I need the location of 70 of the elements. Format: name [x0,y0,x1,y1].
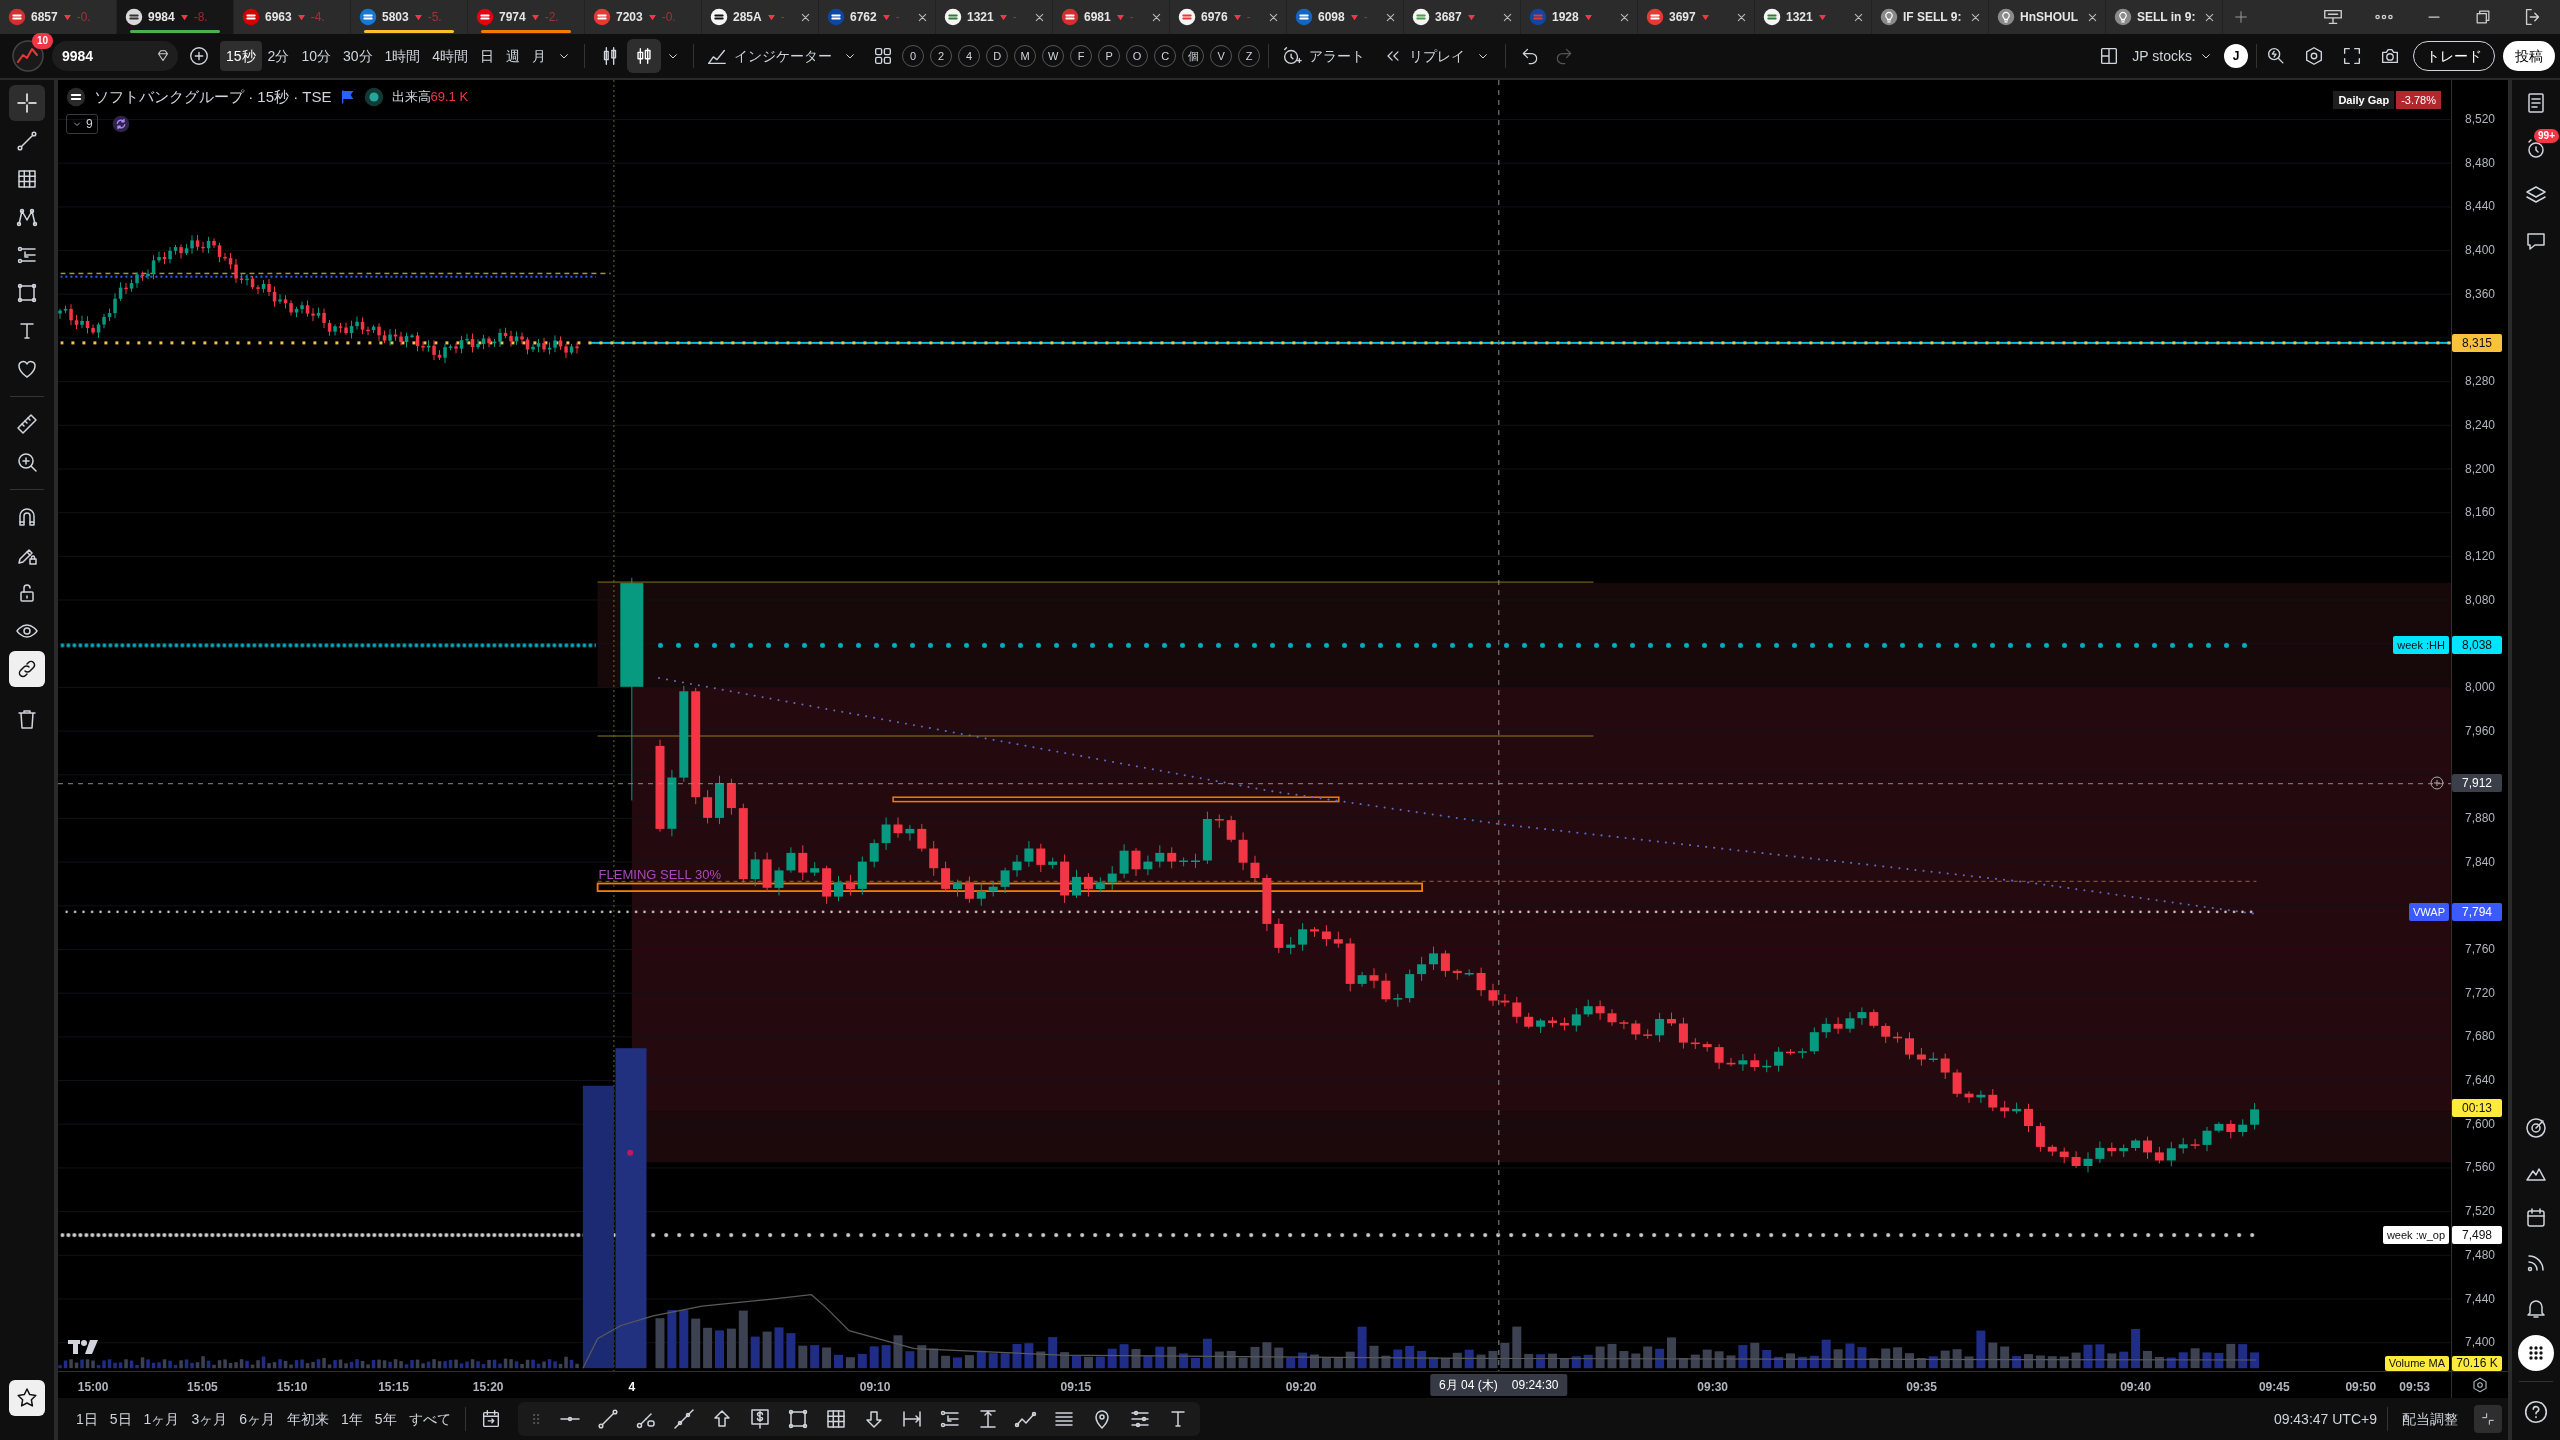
price-change: - [1363,9,1368,26]
clock-text: 09:43:47 UTC+9 [2273,1409,2377,1429]
price-change: - [895,9,900,26]
price-change: -4. [310,9,325,26]
price-tag: 7,498 [2452,1226,2502,1245]
price-label: 8,400 [2464,243,2496,258]
price-label: 7,680 [2464,1029,2496,1044]
time-label: 09:15 [1060,1379,1092,1396]
price-tag: 7,794 [2452,902,2502,921]
time-label: 09:10 [859,1379,891,1396]
price-label: 7,760 [2464,942,2496,956]
time-label: 09:30 [1697,1379,1729,1396]
time-label: 15:20 [472,1379,504,1396]
chart-title: ソフトバンクグループ · 15秒 · TSE [94,86,332,107]
price-change: - [1012,9,1017,26]
time-label: 15:05 [187,1379,218,1396]
price-label: 7,880 [2464,810,2496,825]
time-label: 15:00 [77,1379,109,1396]
daily-gap-label: Daily Gap [2333,91,2395,109]
time-label: 09:50 [2345,1379,2377,1396]
price-label: 7,400 [2464,1335,2496,1350]
price-tag: 8,315 [2452,333,2502,352]
price-label: 8,000 [2464,679,2496,694]
time-label: 09:40 [2120,1379,2151,1396]
price-label: 8,360 [2464,286,2496,301]
time-label: 15:15 [378,1379,409,1396]
price-label: 7,520 [2464,1204,2496,1219]
price-change: -0. [76,9,91,26]
volume-value: 69.1 K [430,88,469,107]
price-label: 8,200 [2464,461,2496,476]
price-change: -8. [193,9,208,26]
time-label: 09:35 [1906,1379,1937,1396]
price-label: 7,720 [2464,985,2496,1000]
price-label: 7,600 [2464,1116,2496,1131]
price-label: 8,520 [2464,112,2496,126]
alerts-badge: 99+ [2534,129,2559,143]
price-change: -5. [427,9,442,26]
price-tag: 7,912 [2452,774,2502,792]
price-change: -2. [544,9,559,26]
price-change: - [780,9,785,26]
price-change: - [1129,9,1134,26]
price-label: 8,120 [2464,548,2496,563]
daily-gap-value: -3.78% [2396,91,2441,109]
time-label: 09:53 [2399,1379,2431,1396]
price-label: 8,240 [2464,417,2496,432]
price-change: -0. [661,9,676,26]
price-label: 8,440 [2464,199,2496,214]
crosshair-time: 09:24:30 [1511,1377,1559,1394]
price-label: 7,560 [2464,1160,2496,1175]
price-label: 8,160 [2464,505,2496,520]
tag-label: Volume MA [2384,1355,2449,1371]
price-label: 7,960 [2464,723,2496,738]
price-label: 8,480 [2464,155,2496,170]
crosshair-date: 6月 04 (木) [1439,1377,1498,1394]
price-tag: 70.16 K [2452,1355,2502,1371]
price-label: 7,480 [2464,1247,2496,1262]
time-label: 09:45 [2258,1379,2290,1396]
price-tag: 00:13 [2452,1099,2502,1117]
tag-label: week :w_op [2382,1226,2449,1245]
time-label: 4 [628,1379,636,1396]
time-label: 15:10 [276,1379,308,1396]
volume-label: 出来高 [391,88,431,107]
price-label: 7,440 [2464,1291,2496,1306]
price-label: 8,280 [2464,374,2496,389]
price-label: 7,840 [2464,854,2496,869]
price-label: 7,640 [2464,1073,2496,1087]
time-label: 09:20 [1285,1379,1317,1396]
price-change: - [1246,9,1251,26]
price-tag: 8,038 [2452,636,2502,655]
price-label: 8,080 [2464,592,2496,607]
